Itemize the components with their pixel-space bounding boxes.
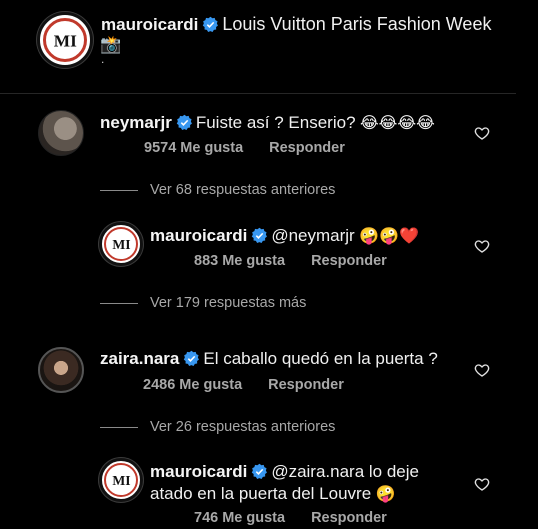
view-replies-label[interactable]: Ver 26 respuestas anteriores <box>150 419 335 435</box>
avatar-zaira-nara[interactable] <box>38 347 84 393</box>
post-username[interactable]: mauroicardi <box>101 15 198 34</box>
svg-text:MI: MI <box>112 473 130 488</box>
view-previous-replies[interactable]: Ver 68 respuestas anteriores <box>100 182 335 198</box>
likes-count[interactable]: 746 Me gusta <box>194 510 285 526</box>
reply-mauroicardi-line: mauroicardi @neymarjr 🤪🤪❤️ <box>150 225 470 247</box>
comment-username[interactable]: mauroicardi <box>150 462 247 481</box>
comment-text-line1: @zaira.nara lo deje <box>271 462 419 481</box>
reply-button[interactable]: Responder <box>311 510 387 526</box>
comment-neymarjr-line: neymarjr Fuiste así ? Enserio? 😂😂😂😂 <box>100 112 480 134</box>
verified-badge-icon <box>203 16 219 32</box>
reply-button[interactable]: Responder <box>269 140 345 156</box>
comment-text: El caballo quedó en la puerta ? <box>203 349 438 368</box>
post-caption-line: mauroicardi Louis Vuitton Paris Fashion W… <box>101 13 521 35</box>
heart-icon[interactable] <box>474 476 490 492</box>
view-previous-replies[interactable]: Ver 26 respuestas anteriores <box>100 419 335 435</box>
verified-badge-icon <box>252 463 268 479</box>
comment-username[interactable]: mauroicardi <box>150 226 247 245</box>
replies-divider-line <box>100 426 138 428</box>
likes-count[interactable]: 883 Me gusta <box>194 253 285 269</box>
heart-icon[interactable] <box>474 238 490 254</box>
comment-meta: 883 Me gusta Responder <box>194 253 413 269</box>
verified-badge-icon <box>176 114 192 130</box>
reply-mauroicardi-line2: atado en la puerta del Louvre 🤪 <box>150 483 470 505</box>
avatar-mauroicardi[interactable]: MI <box>99 458 143 502</box>
comment-meta: 2486 Me gusta Responder <box>143 377 370 393</box>
likes-count[interactable]: 9574 Me gusta <box>144 140 243 156</box>
heart-icon[interactable] <box>474 362 490 378</box>
comment-emoji: 🤪 <box>375 484 396 503</box>
comment-meta: 9574 Me gusta Responder <box>144 140 371 156</box>
comment-meta: 746 Me gusta Responder <box>194 510 413 526</box>
replies-divider-line <box>100 189 138 191</box>
comment-text: Fuiste así ? Enserio? <box>195 113 356 132</box>
replies-divider-line <box>100 302 138 304</box>
verified-badge-icon <box>184 350 200 366</box>
reply-mauroicardi-line: mauroicardi @zaira.nara lo deje <box>150 461 460 483</box>
likes-count[interactable]: 2486 Me gusta <box>143 377 242 393</box>
view-replies-label[interactable]: Ver 179 respuestas más <box>150 295 306 311</box>
mi-logo-icon: MI <box>104 463 138 497</box>
post-caption: Louis Vuitton Paris Fashion Week <box>222 14 492 34</box>
header-divider <box>0 93 516 94</box>
comment-zaira-line: zaira.nara El caballo quedó en la puerta … <box>100 348 480 370</box>
avatar-neymarjr[interactable] <box>38 110 84 156</box>
avatar-mauroicardi[interactable]: MI <box>99 222 143 266</box>
comment-text-line2: atado en la puerta del Louvre <box>150 484 372 503</box>
comment-emoji: 🤪🤪❤️ <box>359 226 419 245</box>
svg-text:MI: MI <box>112 237 130 252</box>
mi-logo-icon: MI <box>104 227 138 261</box>
heart-icon[interactable] <box>474 125 490 141</box>
reply-button[interactable]: Responder <box>311 253 387 269</box>
post-author-avatar[interactable]: MI <box>37 12 93 68</box>
comment-username[interactable]: neymarjr <box>100 113 172 132</box>
post-caption-extra: . <box>101 52 105 66</box>
comment-username[interactable]: zaira.nara <box>100 349 179 368</box>
verified-badge-icon <box>252 227 268 243</box>
comment-text: @neymarjr <box>271 226 355 245</box>
mi-logo-icon: MI <box>43 18 87 62</box>
view-replies-label[interactable]: Ver 68 respuestas anteriores <box>150 182 335 198</box>
svg-text:MI: MI <box>53 31 76 50</box>
comment-emoji: 😂😂😂😂 <box>359 113 435 132</box>
view-more-replies[interactable]: Ver 179 respuestas más <box>100 295 306 311</box>
reply-button[interactable]: Responder <box>268 377 344 393</box>
